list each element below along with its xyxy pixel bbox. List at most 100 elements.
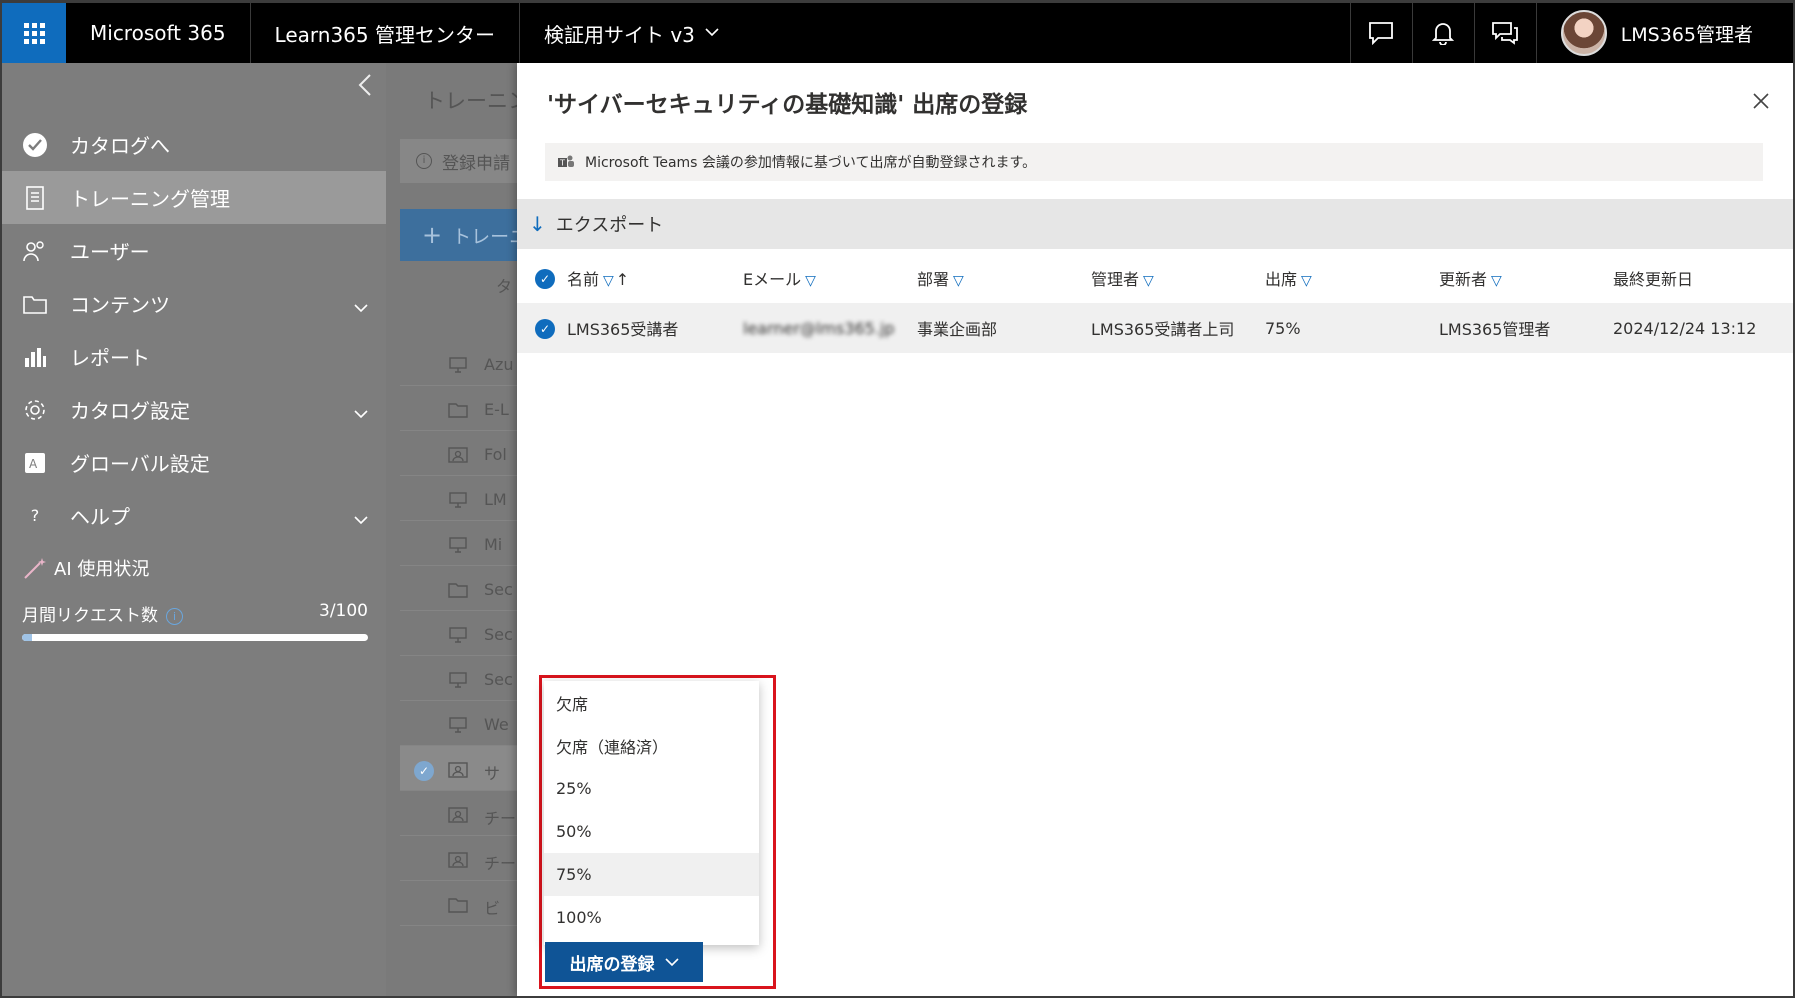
sidebar-item-catalog-settings[interactable]: カタログ設定 [2, 383, 386, 436]
chevron-down-icon[interactable] [354, 506, 368, 530]
row-checkbox[interactable]: ✓ [535, 318, 555, 339]
page-title: トレーニン [424, 89, 529, 113]
table-row[interactable]: LM [400, 476, 530, 521]
menu-item-75[interactable]: 75% [544, 853, 759, 896]
question-icon: ? [30, 506, 40, 525]
menu-item-absent[interactable]: 欠席 [544, 681, 759, 724]
sidebar-item-training[interactable]: トレーニング管理 [2, 171, 386, 224]
column-last-updated[interactable]: 最終更新日 [1613, 253, 1793, 303]
teams-notice: T Microsoft Teams 会議の参加情報に基づいて出席が自動登録されま… [545, 143, 1763, 181]
chevron-down-icon[interactable] [354, 400, 368, 424]
admin-center-title[interactable]: Learn365 管理センター [251, 3, 520, 63]
sidebar-nav: カタログへ トレーニング管理 ユーザー コンテンツ レポート カタログ設定 A … [2, 118, 386, 542]
table-row[interactable]: ビ [400, 881, 530, 926]
column-updated-by[interactable]: 更新者 ▽ [1439, 253, 1613, 303]
row-title: Fol [484, 445, 507, 464]
app-window: Microsoft 365 Learn365 管理センター 検証用サイト v3 … [2, 3, 1793, 996]
select-all-checkbox[interactable]: ✓ [535, 268, 555, 289]
table-row[interactable]: Sec [400, 656, 530, 701]
cell-name: LMS365受講者 [567, 320, 679, 339]
folder-icon [448, 896, 468, 914]
table-row[interactable]: E-L [400, 386, 530, 431]
cell-updated-by: LMS365管理者 [1439, 320, 1551, 339]
row-title: E-L [484, 400, 509, 419]
row-title: LM [484, 490, 507, 509]
column-email[interactable]: Eメール ▽ [743, 253, 917, 303]
cell-email: learner@lms365.jp [743, 318, 895, 338]
column-attendance[interactable]: 出席 ▽ [1265, 253, 1439, 303]
menu-item-absent-notified[interactable]: 欠席（連絡済） [544, 724, 759, 767]
site-selector[interactable]: 検証用サイト v3 [520, 3, 743, 63]
user-menu[interactable]: LMS365管理者 [1535, 3, 1793, 63]
column-name-label: 名前 [567, 270, 600, 289]
teams-notice-text: Microsoft Teams 会議の参加情報に基づいて出席が自動登録されます。 [585, 155, 1037, 171]
row-title: Sec [484, 625, 513, 644]
table-row[interactable]: チー [400, 791, 530, 836]
person-icon [448, 851, 468, 869]
sidebar-item-label: カタログへ [70, 134, 170, 158]
svg-text:T: T [559, 159, 565, 168]
monthly-requests-count: 3/100 [319, 601, 368, 621]
messages-button[interactable] [1473, 3, 1536, 63]
sidebar-item-reports[interactable]: レポート [2, 330, 386, 383]
register-attendance-button[interactable]: 出席の登録 [545, 942, 703, 982]
table-row[interactable]: ✓ LMS365受講者 learner@lms365.jp 事業企画部 LMS3… [517, 303, 1793, 353]
column-email-label: Eメール [743, 270, 802, 289]
table-row[interactable]: Sec [400, 611, 530, 656]
sort-ascending-icon[interactable]: ↑ [616, 270, 629, 289]
column-name[interactable]: 名前 ▽ ↑ [567, 253, 743, 303]
cell-department: 事業企画部 [917, 320, 998, 339]
column-attendance-label: 出席 [1265, 270, 1298, 289]
table-row[interactable]: チー [400, 836, 530, 881]
sidebar-item-users[interactable]: ユーザー [2, 224, 386, 277]
sidebar-item-global-settings[interactable]: A グローバル設定 [2, 436, 386, 489]
app-launcher-button[interactable] [2, 3, 66, 63]
table-row[interactable]: Fol [400, 431, 530, 476]
filter-icon[interactable]: ▽ [1143, 273, 1154, 289]
avatar [1560, 10, 1607, 56]
close-icon [1753, 93, 1769, 109]
sidebar-item-label: レポート [70, 346, 150, 370]
notifications-button[interactable] [1411, 3, 1474, 63]
row-title: チー [484, 809, 517, 828]
export-button[interactable]: ↓ エクスポート [517, 199, 1793, 249]
filter-icon[interactable]: ▽ [1491, 273, 1502, 289]
sidebar-item-catalog[interactable]: カタログへ [2, 118, 386, 171]
filter-icon[interactable]: ▽ [953, 273, 964, 289]
export-label: エクスポート [555, 215, 664, 236]
info-icon[interactable]: i [166, 607, 183, 625]
table-row[interactable]: Azu [400, 341, 530, 386]
table-header-row: ✓ 名前 ▽ ↑ Eメール ▽ 部署 ▽ 管理者 ▽ 出席 ▽ 更新者 ▽ 最終更新日 [517, 253, 1793, 303]
column-manager[interactable]: 管理者 ▽ [1091, 253, 1265, 303]
table-row[interactable]: We [400, 701, 530, 746]
add-training-button[interactable]: + トレーニ [400, 209, 530, 261]
monthly-requests-label: 月間リクエスト数 [22, 606, 158, 626]
monitor-icon [448, 716, 468, 734]
sidebar-item-help[interactable]: ? ヘルプ [2, 489, 386, 542]
registration-notice: i 登録申請 [400, 139, 530, 183]
sidebar-item-label: トレーニング管理 [70, 187, 230, 211]
collapse-sidebar-button[interactable] [358, 73, 372, 104]
usage-progress-fill [22, 634, 33, 641]
column-department[interactable]: 部署 ▽ [917, 253, 1091, 303]
table-row[interactable]: Mi [400, 521, 530, 566]
menu-item-100[interactable]: 100% [544, 896, 759, 939]
waffle-icon [23, 22, 45, 44]
row-checkbox[interactable]: ✓ [414, 761, 434, 781]
filter-icon[interactable]: ▽ [805, 273, 816, 289]
app-name[interactable]: Microsoft 365 [66, 3, 251, 63]
sidebar-item-content[interactable]: コンテンツ [2, 277, 386, 330]
ai-usage-heading: AI 使用状況 [22, 555, 149, 581]
feedback-button[interactable] [1349, 3, 1412, 63]
table-row[interactable]: ✓ サ [400, 746, 530, 791]
close-button[interactable] [1753, 87, 1769, 115]
monitor-icon [448, 671, 468, 689]
column-last-updated-label: 最終更新日 [1613, 270, 1694, 289]
menu-item-50[interactable]: 50% [544, 810, 759, 853]
translate-icon: A [20, 450, 50, 476]
filter-icon[interactable]: ▽ [603, 273, 614, 289]
chevron-down-icon[interactable] [354, 294, 368, 318]
filter-icon[interactable]: ▽ [1301, 273, 1312, 289]
table-row[interactable]: Sec [400, 566, 530, 611]
menu-item-25[interactable]: 25% [544, 767, 759, 810]
